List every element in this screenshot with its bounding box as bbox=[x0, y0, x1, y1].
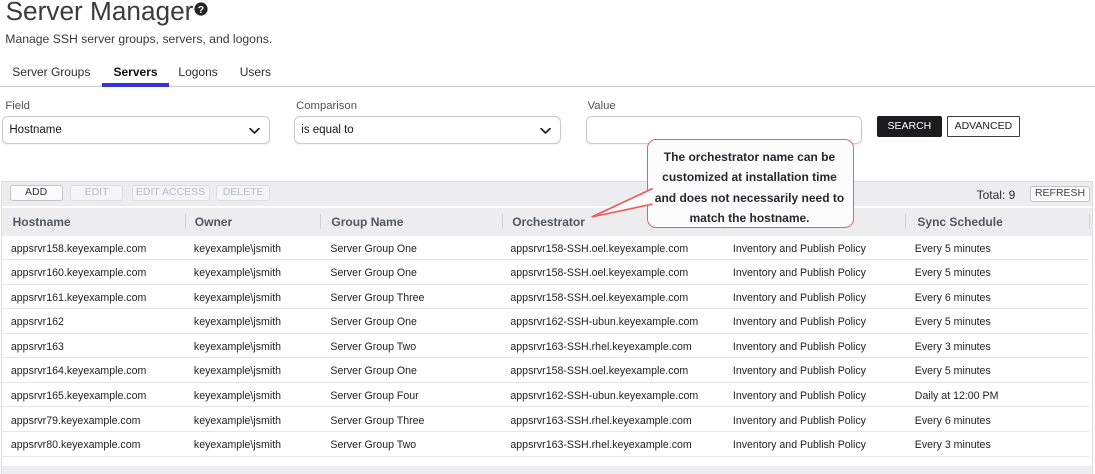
svg-text:?: ? bbox=[197, 3, 203, 15]
